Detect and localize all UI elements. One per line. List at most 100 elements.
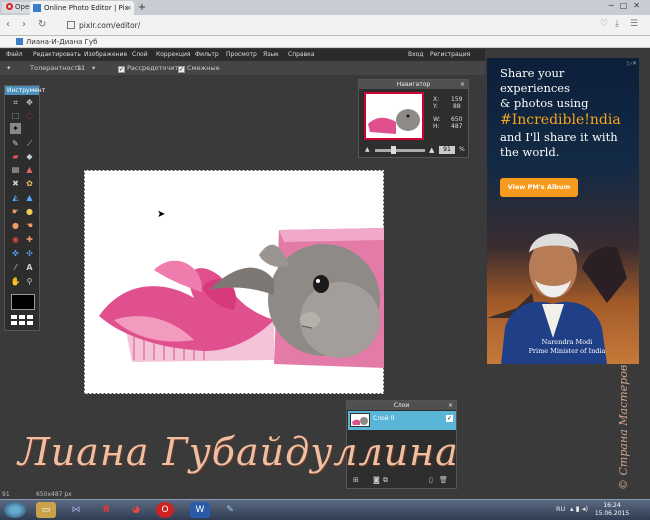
close-window-icon[interactable]: ✕ (633, 1, 646, 10)
blur-tool-icon[interactable]: ◭ (10, 192, 21, 203)
login-link[interactable]: Вход (408, 49, 424, 61)
clock-date: 15.06.2015 (594, 510, 630, 517)
bloat-tool-icon[interactable]: ✜ (10, 248, 21, 259)
type-tool-icon[interactable]: A (24, 262, 35, 273)
status-bar: 91 650x487 px (0, 491, 110, 499)
window-controls[interactable]: ─□✕ (609, 1, 646, 10)
register-link[interactable]: Регистрация (430, 49, 470, 61)
opera-taskbar-icon[interactable]: O (156, 502, 174, 518)
menu-layer[interactable]: Слой (132, 49, 148, 61)
eraser-tool-icon[interactable]: ▰ (10, 151, 21, 162)
yandex-taskbar-icon[interactable]: Я (96, 502, 116, 518)
delete-layer-icon[interactable]: 🗑 (439, 476, 448, 484)
menu-filter[interactable]: Фильтр (195, 49, 219, 61)
maximize-icon[interactable]: □ (620, 1, 634, 10)
spot-heal-tool-icon[interactable]: ✚ (24, 234, 35, 245)
gradient-tool-icon[interactable]: ▤ (10, 164, 21, 175)
menu-edit[interactable]: Редактировать (33, 49, 81, 61)
speed-dial-icon[interactable] (67, 21, 75, 29)
wand-tool-icon[interactable]: ✦ (10, 123, 21, 134)
download-icon[interactable]: ⤓ (615, 19, 619, 29)
start-button-icon[interactable] (4, 502, 26, 518)
color-picker-tool-icon[interactable]: ⁄ (10, 262, 21, 273)
color-replace-tool-icon[interactable]: ✖ (10, 178, 21, 189)
move-tool-icon[interactable]: ✥ (24, 97, 35, 108)
tolerance-dropdown-icon[interactable]: ▾ (92, 61, 95, 75)
status-image-size: 650x487 px (36, 491, 72, 498)
url-field[interactable]: pixlr.com/editor/ (67, 19, 587, 32)
advertisement-banner[interactable]: ▷✕ Share your experiences & photos using… (487, 58, 639, 364)
smudge-tool-icon[interactable]: ☛ (10, 206, 21, 217)
brush-tool-icon[interactable]: ⟋ (24, 138, 35, 149)
layers-close-icon[interactable]: × (448, 401, 453, 410)
burn-tool-icon[interactable]: ☚ (24, 220, 35, 231)
drawing-tool-icon[interactable]: ✿ (24, 178, 35, 189)
contiguous-checkbox[interactable]: ✓ (178, 66, 185, 73)
minimize-icon[interactable]: ─ (609, 1, 620, 10)
chrome-taskbar-icon[interactable]: ◕ (126, 502, 146, 518)
layer-settings-icon[interactable]: ⊞ (353, 476, 359, 484)
reload-icon[interactable]: ↻ (38, 19, 46, 31)
antialias-option[interactable]: ✓ Рассредоточить (118, 61, 182, 75)
explorer-taskbar-icon[interactable]: ▭ (36, 502, 56, 518)
forward-icon[interactable]: › (22, 19, 26, 31)
contiguous-option[interactable]: ✓ Смежные (178, 61, 220, 75)
zoom-input[interactable]: 91 (439, 146, 455, 154)
menu-adjustment[interactable]: Коррекция (156, 49, 190, 61)
menu-image[interactable]: Изображение (84, 49, 127, 61)
nav-w-value: 650 (451, 116, 463, 123)
new-layer-icon[interactable]: ▯ (429, 476, 433, 484)
ad-copy: Share your experiences & photos using #I… (500, 66, 632, 160)
foreground-color-swatch[interactable] (11, 294, 35, 310)
new-tab-button[interactable]: + (137, 3, 147, 13)
tray-clock[interactable]: 16:24 15.06.2015 (592, 502, 632, 518)
bucket-tool-icon[interactable]: ◆ (24, 151, 35, 162)
media-taskbar-icon[interactable]: ⋈ (66, 502, 86, 518)
zoom-out-icon[interactable]: ▲ (365, 146, 370, 153)
tab-close-icon[interactable]: × (126, 1, 132, 15)
dodge-tool-icon[interactable]: ● (10, 220, 21, 231)
menu-view[interactable]: Просмотр (226, 49, 257, 61)
crop-tool-icon[interactable]: ⌗ (10, 97, 21, 108)
marquee-tool-icon[interactable]: ⬚ (10, 110, 21, 121)
paint-taskbar-icon[interactable]: ✎ (220, 502, 240, 518)
navigator-thumbnail[interactable] (364, 92, 424, 140)
layer-effects-icon[interactable]: ⧉ (383, 476, 388, 485)
word-taskbar-icon[interactable]: W (190, 502, 210, 518)
ad-view-album-button[interactable]: View PM's Album (500, 178, 578, 197)
layer-row[interactable]: Слой 0 ✓ (348, 411, 456, 430)
antialias-checkbox[interactable]: ✓ (118, 66, 125, 73)
back-icon[interactable]: ‹ (6, 19, 10, 31)
sharpen-tool-icon[interactable]: ▲ (24, 192, 35, 203)
menu-language[interactable]: Язык (263, 49, 279, 61)
hand-tool-icon[interactable]: ✋ (10, 276, 21, 287)
tolerance-input[interactable]: 21 (77, 61, 85, 75)
layer-visibility-checkbox[interactable]: ✓ (446, 415, 453, 422)
language-indicator[interactable]: RU (556, 505, 565, 513)
bookmark-item[interactable]: Лиана-И-Диана Губ (26, 38, 97, 46)
bookmark-heart-icon[interactable]: ♡ (600, 19, 608, 29)
zoom-in-icon[interactable]: ▲ (429, 146, 434, 154)
image-canvas[interactable] (84, 170, 384, 394)
zoom-slider-handle[interactable] (391, 146, 396, 154)
zoom-tool-icon[interactable]: ⚲ (24, 276, 35, 287)
layer-mask-icon[interactable]: ◙ (373, 476, 380, 484)
lasso-tool-icon[interactable]: ◌ (24, 110, 35, 121)
layer-tools: ⊞ ◙ ⧉ ▯ 🗑 (351, 476, 454, 485)
pinch-tool-icon[interactable]: ✣ (24, 248, 35, 259)
cursor-icon: ➤ (157, 209, 166, 220)
color-presets[interactable] (10, 314, 36, 326)
navigator-close-icon[interactable]: × (460, 80, 465, 89)
menu-help[interactable]: Справка (288, 49, 314, 61)
pencil-tool-icon[interactable]: ✎ (10, 138, 21, 149)
stamp-tool-icon[interactable]: ▲ (24, 164, 35, 175)
opera-logo-icon (6, 3, 13, 10)
browser-tab[interactable]: Online Photo Editor | Pix × (30, 1, 134, 15)
sponge-tool-icon[interactable]: ● (24, 206, 35, 217)
zoom-slider[interactable] (375, 149, 425, 152)
red-eye-tool-icon[interactable]: ◉ (10, 234, 21, 245)
tray-icons[interactable]: ▴ ▮ ◂) (570, 505, 588, 513)
signature-watermark: Лиана Губайдуллина (18, 430, 459, 474)
menu-file[interactable]: Файл (6, 49, 23, 61)
menu-icon[interactable]: ☰ (630, 19, 638, 29)
